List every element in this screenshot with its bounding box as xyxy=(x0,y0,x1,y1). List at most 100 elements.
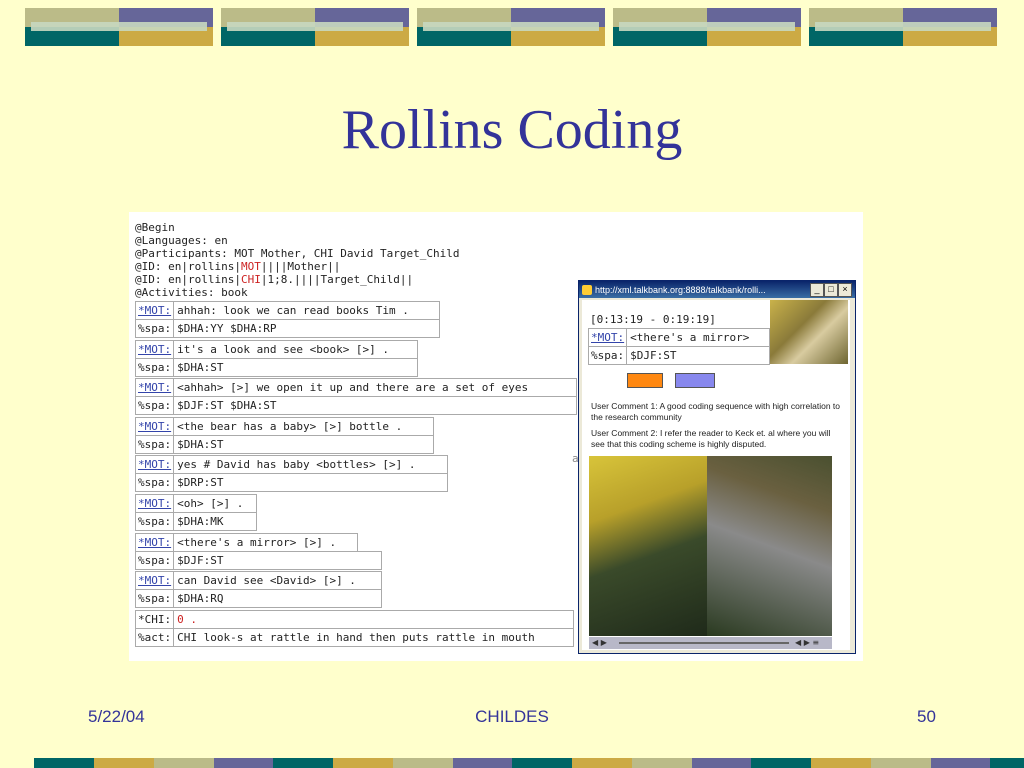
bottom-decoration-block xyxy=(990,758,1024,768)
transcript-header-line: @Begin xyxy=(135,221,175,234)
utterance-text: yes # David has baby <bottles> [>] . xyxy=(177,458,416,472)
video-frame xyxy=(589,456,832,636)
popup-content: [0:13:19 - 0:19:19] *MOT: <there's a mir… xyxy=(582,300,850,650)
video-scene-left xyxy=(589,456,707,636)
bottom-decoration-block xyxy=(273,758,393,768)
top-decoration-block xyxy=(25,8,213,46)
tier-label: %spa: xyxy=(136,320,175,337)
tier-label: %spa: xyxy=(136,397,175,415)
popup-title: http://xml.talkbank.org:8888/talkbank/ro… xyxy=(595,284,766,295)
footer-title: CHILDES xyxy=(475,707,549,726)
player-controls: ◀ ▶ ◀ ▶ ≡ xyxy=(589,637,832,649)
video-thumbnail[interactable] xyxy=(770,300,848,364)
bottom-decoration-block xyxy=(153,758,274,768)
utterance-text: it's a look and see <book> [>] . xyxy=(177,342,390,356)
user-comment-2: User Comment 2: I refer the reader to Ke… xyxy=(591,428,831,449)
tier-code: $DHA:RQ xyxy=(177,592,224,606)
utterance-row: *MOT: <the bear has a baby> [>] bottle . xyxy=(135,416,434,436)
utterance-row: *CHI: 0 . xyxy=(135,609,574,629)
speaker-code-link[interactable]: *MOT: xyxy=(136,495,175,512)
top-decoration-block xyxy=(417,8,605,46)
maximize-button[interactable]: □ xyxy=(824,283,838,297)
tier-code: $DJF:ST $DHA:ST xyxy=(177,399,277,413)
coding-tier-row: %act: CHI look-s at rattle in hand then p… xyxy=(135,627,574,647)
top-decoration-block xyxy=(809,8,997,46)
transcript-header-line: @ID: en|rollins|CHI|1;8.||||Target_Child… xyxy=(135,273,414,286)
utterance-row: *MOT: yes # David has baby <bottles> [>] … xyxy=(135,455,448,475)
coding-tier-row: %spa: $DHA:MK xyxy=(135,512,257,531)
coding-tier-row: %spa: $DJF:ST xyxy=(135,550,382,570)
utterance-text: <the bear has a baby> [>] bottle . xyxy=(177,419,403,433)
coding-tier-row: %spa: $DHA:YY $DHA:RP xyxy=(135,319,440,338)
transcript-header-line: @Participants: MOT Mother, CHI David Tar… xyxy=(135,247,460,260)
speaker-code-link[interactable]: *MOT: xyxy=(136,456,175,474)
utterance-row: *MOT: <oh> [>] . xyxy=(135,494,257,513)
top-decoration-block xyxy=(613,8,801,46)
volume-icon[interactable]: ◀ ▶ ≡ xyxy=(795,638,819,647)
footer-page-number: 50 xyxy=(917,707,936,726)
utterance-text: <there's a mirror> xyxy=(630,331,750,344)
slide-title: Rollins Coding xyxy=(341,99,683,161)
popup-code-row: %spa: $DJF:ST xyxy=(588,346,770,365)
utterance-text: <oh> [>] . xyxy=(177,497,244,510)
coding-tier-row: %spa: $DRP:ST xyxy=(135,473,448,493)
tier-label: %spa: xyxy=(136,435,175,453)
tier-label: %spa: xyxy=(136,513,175,530)
utterance-text: <ahhah> [>] we open it up and there are … xyxy=(177,381,529,395)
browser-icon xyxy=(582,284,592,295)
utterance-row: *MOT: ahhah: look we can read books Tim . xyxy=(135,301,440,320)
tier-label: %spa: xyxy=(136,474,175,492)
utterance-row: *MOT: <there's a mirror> [>] . xyxy=(135,532,358,552)
transcript-screenshot: @Begin @Languages: en @Participants: MOT M… xyxy=(129,212,863,661)
transcript-header-line: @ID: en|rollins|MOT||||Mother|| xyxy=(135,260,341,273)
speaker-code-link[interactable]: *MOT: xyxy=(136,340,175,358)
bottom-decoration-block xyxy=(512,758,632,768)
transcript-header-line: @Languages: en xyxy=(135,234,228,247)
orange-swatch[interactable] xyxy=(627,373,663,388)
speaker-code-link[interactable]: *MOT: xyxy=(136,417,175,435)
coding-tier-row: %spa: $DHA:ST xyxy=(135,357,418,377)
popup-utterance-row: *MOT: <there's a mirror> xyxy=(588,328,770,347)
tier-code: $DHA:MK xyxy=(177,515,224,528)
tier-label: %spa: xyxy=(136,590,175,608)
user-comment-1: User Comment 1: A good coding sequence w… xyxy=(591,401,841,422)
time-range: [0:13:19 - 0:19:19] xyxy=(590,313,716,326)
utterance-row: *MOT: can David see <David> [>] . xyxy=(135,571,382,591)
utterance-row: *MOT: <ahhah> [>] we open it up and there… xyxy=(135,378,577,398)
tier-label: %spa: xyxy=(589,347,628,364)
purple-swatch[interactable] xyxy=(675,373,715,388)
coding-tier-row: %spa: $DHA:ST xyxy=(135,434,434,454)
tier-code: $DHA:ST xyxy=(177,437,224,451)
minimize-button[interactable]: _ xyxy=(810,283,824,297)
bottom-decoration-block xyxy=(870,758,991,768)
coding-tier-row: %spa: $DHA:RQ xyxy=(135,589,382,609)
tier-code: $DJF:ST xyxy=(177,553,224,567)
utterance-text: can David see <David> [>] . xyxy=(177,574,356,588)
tier-label: %spa: xyxy=(136,551,175,569)
utterance-text: 0 . xyxy=(177,612,197,626)
bottom-decoration-block xyxy=(392,758,513,768)
tier-code: CHI look-s at rattle in hand then puts r… xyxy=(177,630,535,644)
tier-label: %spa: xyxy=(136,358,175,376)
tier-code: $DHA:ST xyxy=(177,360,224,374)
close-button[interactable]: × xyxy=(838,283,852,297)
speaker-code-link[interactable]: *MOT: xyxy=(136,302,175,319)
seek-slider[interactable] xyxy=(619,642,789,644)
play-icon[interactable]: ◀ ▶ xyxy=(592,638,607,647)
speaker-code-link[interactable]: *MOT: xyxy=(136,379,175,397)
tier-code: $DHA:YY $DHA:RP xyxy=(177,322,277,335)
transcript-header-line: @Activities: book xyxy=(135,286,248,299)
bottom-decoration-block xyxy=(631,758,752,768)
bottom-decoration-block xyxy=(751,758,871,768)
speaker-code-link: *CHI: xyxy=(136,610,175,628)
bottom-decoration-block xyxy=(34,758,154,768)
video-scene-right xyxy=(707,456,832,636)
speaker-code-link[interactable]: *MOT: xyxy=(136,533,175,551)
top-decoration-block xyxy=(221,8,409,46)
utterance-text: <there's a mirror> [>] . xyxy=(177,535,337,549)
coding-tier-row: %spa: $DJF:ST $DHA:ST xyxy=(135,396,577,416)
speaker-code-link[interactable]: *MOT: xyxy=(136,572,175,590)
utterance-text: ahhah: look we can read books Tim . xyxy=(177,304,409,317)
utterance-row: *MOT: it's a look and see <book> [>] . xyxy=(135,339,418,359)
speaker-link[interactable]: *MOT: xyxy=(589,329,628,346)
